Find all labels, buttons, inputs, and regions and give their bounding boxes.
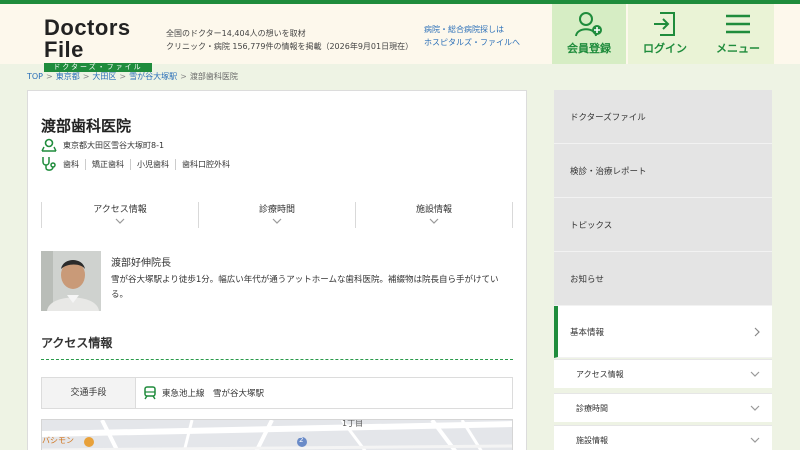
clinic-specialties-row: 歯科 矯正歯科 小児歯科 歯科口腔外科 — [41, 156, 236, 172]
sidebar-item-label: 検診・治療レポート — [570, 166, 647, 177]
sidebar-item-label: お知らせ — [570, 274, 604, 285]
breadcrumb-ota[interactable]: 大田区 — [92, 72, 116, 81]
tagline-line-2: クリニック・病院 156,779件の情報を掲載（2026年9月01日現在） — [166, 42, 414, 51]
menu-label: メニュー — [716, 42, 760, 55]
transport-row: 交通手段 東急池上線 雪が谷大塚駅 — [41, 377, 513, 409]
user-add-icon — [575, 12, 602, 37]
tab-access[interactable]: アクセス情報 — [41, 202, 198, 228]
sidebar-item-label: 基本情報 — [570, 327, 605, 338]
chevron-down-icon — [750, 405, 760, 411]
tab-facility[interactable]: 施設情報 — [355, 202, 513, 228]
doctor-description: 雪が谷大塚駅より徒歩1分。幅広い年代が通うアットホームな歯科医院。補綴物は院長自… — [111, 275, 499, 300]
sidebar-item-basic-info[interactable]: 基本情報 — [554, 306, 772, 358]
login-label: ログイン — [643, 42, 687, 55]
location-pin-icon — [41, 138, 57, 152]
clinic-address: 東京都大田区雪谷大塚町8-1 — [63, 140, 165, 150]
sidebar-item-topics[interactable]: トピックス — [554, 198, 772, 252]
tagline-line-1: 全国のドクター14,404人の想いを取材 — [166, 29, 306, 38]
clinic-card: 渡部歯科医院 東京都大田区雪谷大塚町8-1 歯科 矯正歯科 小児歯科 歯科口腔外… — [27, 90, 527, 450]
tab-hours-label: 診療時間 — [258, 205, 295, 215]
sidebar-item-reports[interactable]: 検診・治療レポート — [554, 144, 772, 198]
register-button[interactable]: 会員登録 — [552, 4, 626, 64]
map-label-2: バシモン — [42, 436, 74, 445]
hamburger-icon — [726, 14, 750, 34]
tab-access-label: アクセス情報 — [93, 205, 147, 215]
hospitals-link-line-2: ホスピタルズ・ファイルへ — [424, 38, 520, 47]
sidebar-sub-label: アクセス情報 — [576, 369, 624, 379]
sidebar-sub-access[interactable]: アクセス情報 — [554, 359, 772, 388]
menu-button[interactable]: メニュー — [702, 4, 774, 64]
breadcrumb: TOP > 東京都 > 大田区 > 雪が谷大塚駅 > 渡部歯科医院 — [27, 72, 238, 81]
section-tabs: アクセス情報 診療時間 施設情報 — [41, 202, 513, 228]
specialty-tag: 歯科 — [63, 159, 79, 169]
specialty-tag: 矯正歯科 — [85, 158, 130, 170]
section-divider — [41, 359, 513, 360]
sidebar-item-doctors-file[interactable]: ドクターズファイル — [554, 90, 772, 144]
logo-text: Doctors File — [44, 15, 131, 62]
map-roads — [42, 420, 512, 450]
transport-value-cell: 東急池上線 雪が谷大塚駅 — [136, 378, 264, 408]
login-button[interactable]: ログイン — [628, 4, 702, 64]
chevron-down-icon — [750, 371, 760, 377]
register-label: 会員登録 — [567, 42, 611, 55]
sidebar-item-label: ドクターズファイル — [570, 112, 646, 123]
clinic-address-row: 東京都大田区雪谷大塚町8-1 — [41, 138, 164, 152]
sidebar-sub-facility[interactable]: 施設情報 — [554, 425, 772, 450]
login-icon — [654, 12, 675, 36]
map-poi-icon — [84, 437, 94, 447]
chevron-down-icon — [429, 218, 439, 224]
sidebar-sub-label: 施設情報 — [576, 435, 608, 445]
clinic-name: 渡部歯科医院 — [41, 117, 132, 135]
hospitals-file-link[interactable]: 病院・総合病院探しは ホスピタルズ・ファイルへ — [424, 23, 520, 49]
map-label-1: 1丁目 — [342, 419, 364, 428]
chevron-down-icon — [115, 218, 125, 224]
transport-value: 東急池上線 雪が谷大塚駅 — [162, 389, 265, 399]
doctor-name: 渡部好伸院長 — [111, 258, 171, 269]
doctor-photo — [41, 251, 101, 311]
access-map[interactable]: 1丁目 バシモン 2 — [41, 419, 513, 450]
access-section-title: アクセス情報 — [41, 336, 113, 350]
train-icon — [144, 386, 156, 400]
chevron-down-icon — [750, 437, 760, 443]
breadcrumb-top[interactable]: TOP — [27, 72, 43, 81]
sidebar-sub-label: 診療時間 — [576, 403, 608, 413]
map-label-3: 2 — [299, 436, 304, 444]
sidebar-item-label: トピックス — [570, 220, 613, 231]
sidebar: ドクターズファイル 検診・治療レポート トピックス お知らせ 基本情報 アクセス… — [554, 90, 772, 450]
breadcrumb-station[interactable]: 雪が谷大塚駅 — [129, 72, 177, 81]
chevron-down-icon — [272, 218, 282, 224]
breadcrumb-tokyo[interactable]: 東京都 — [56, 72, 80, 81]
site-tagline: 全国のドクター14,404人の想いを取材 クリニック・病院 156,779件の情… — [166, 27, 413, 53]
tab-facility-label: 施設情報 — [415, 205, 452, 215]
breadcrumb-current: 渡部歯科医院 — [189, 72, 238, 81]
doctors-file-logo[interactable]: Doctors File ドクターズ・ファイル — [44, 17, 154, 72]
stethoscope-icon — [42, 157, 56, 171]
specialty-tag: 歯科口腔外科 — [175, 158, 236, 170]
chevron-right-icon — [754, 327, 760, 336]
sidebar-item-news[interactable]: お知らせ — [554, 252, 772, 306]
hospitals-link-line-1: 病院・総合病院探しは — [424, 25, 504, 34]
transport-label: 交通手段 — [42, 378, 136, 408]
specialty-tag: 小児歯科 — [130, 158, 175, 170]
tab-hours[interactable]: 診療時間 — [198, 202, 355, 228]
sidebar-sub-hours[interactable]: 診療時間 — [554, 393, 772, 422]
